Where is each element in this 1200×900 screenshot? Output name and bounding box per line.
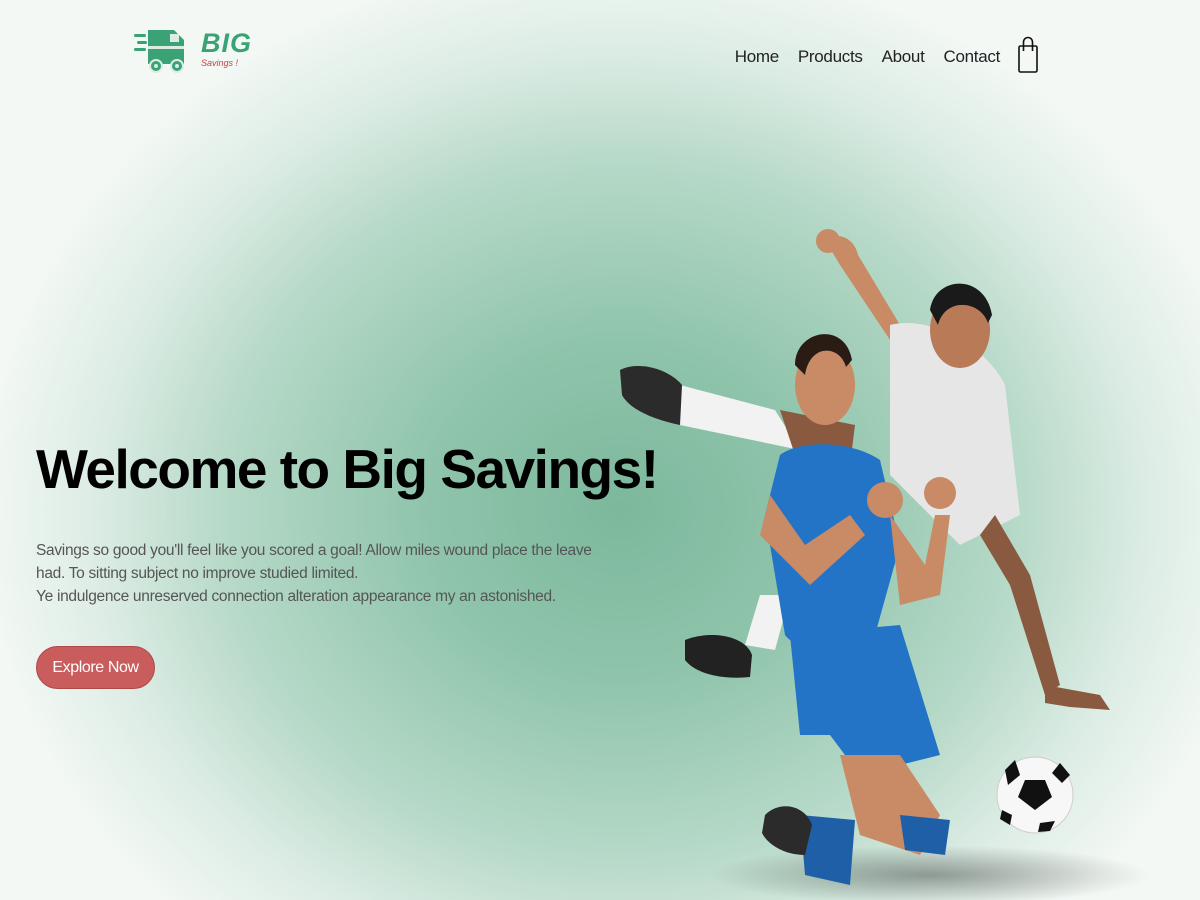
hero-description-line: Savings so good you'll feel like you sco… — [36, 542, 592, 582]
soccer-ball-icon — [996, 756, 1074, 834]
nav-link-about[interactable]: About — [882, 47, 925, 67]
delivery-truck-icon — [134, 30, 184, 73]
nav-link-contact[interactable]: Contact — [944, 47, 1001, 67]
brand-logo[interactable]: BIG Savings ! — [134, 26, 254, 76]
shopping-bag-icon[interactable] — [1018, 36, 1038, 74]
site-header: BIG Savings ! Home Products About Contac… — [0, 0, 1200, 100]
explore-now-button[interactable]: Explore Now — [36, 646, 155, 689]
hero-description: Savings so good you'll feel like you sco… — [36, 539, 606, 608]
nav-link-home[interactable]: Home — [735, 47, 779, 67]
hero-title: Welcome to Big Savings! — [36, 438, 659, 500]
hero-description-line: Ye indulgence unreserved connection alte… — [36, 588, 556, 605]
soccer-players-image — [620, 229, 1150, 900]
brand-name: BIG — [201, 28, 253, 58]
main-nav: Home Products About Contact — [735, 36, 1038, 74]
nav-link-products[interactable]: Products — [798, 47, 863, 67]
brand-tagline: Savings ! — [201, 58, 239, 68]
